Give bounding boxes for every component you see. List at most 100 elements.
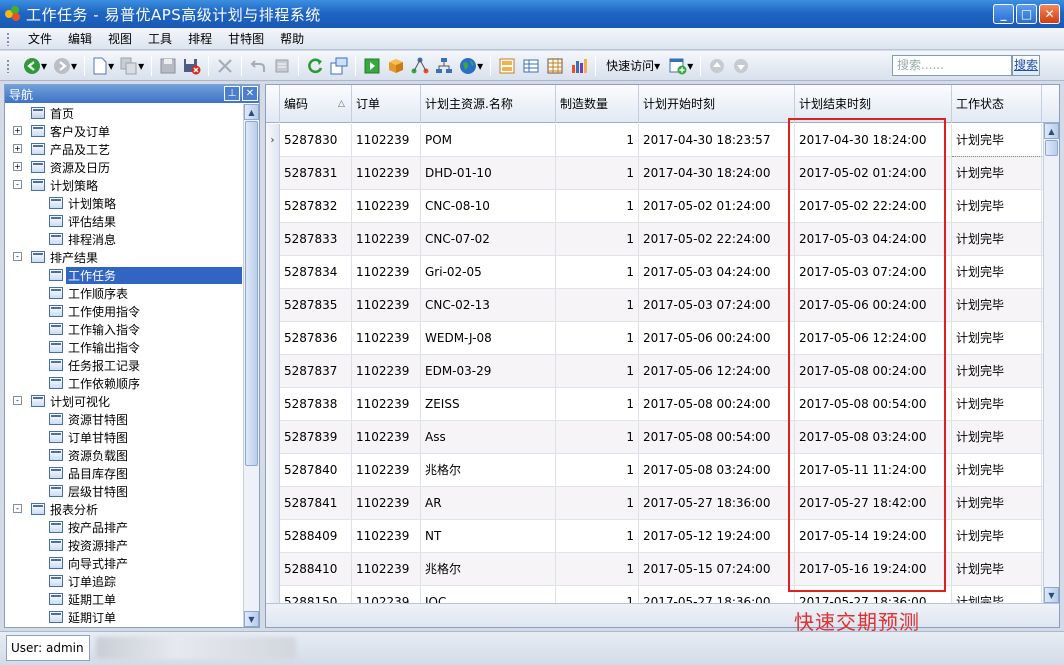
table-cell[interactable]: 计划完毕 [952, 157, 1042, 190]
table-cell[interactable]: 1102239 [352, 223, 421, 256]
table-cell[interactable]: 1102239 [352, 190, 421, 223]
scroll-up-icon[interactable]: ▲ [1044, 123, 1059, 139]
collapse-icon[interactable]: - [13, 396, 22, 405]
nav-item[interactable]: 工作依赖顺序 [5, 374, 243, 392]
nav-item[interactable]: 按产品排产 [5, 518, 243, 536]
table-cell[interactable]: 1102239 [352, 322, 421, 355]
delete-button[interactable] [215, 56, 235, 76]
table-cell[interactable]: 计划完毕 [952, 322, 1042, 355]
search-input[interactable]: 搜索...... [892, 55, 1012, 76]
table-cell[interactable]: 1 [556, 157, 639, 190]
scroll-thumb[interactable] [1045, 140, 1058, 156]
table-cell[interactable]: WEDM-J-08 [421, 322, 556, 355]
table-cell[interactable]: 5287831 [280, 157, 352, 190]
table-cell[interactable]: ZEISS [421, 388, 556, 421]
row-header[interactable] [266, 421, 280, 454]
save-button[interactable] [158, 56, 178, 76]
nav-item[interactable]: 工作输出指令 [5, 338, 243, 356]
nav-item[interactable]: 工作顺序表 [5, 284, 243, 302]
nav-item[interactable]: - 排产结果 [5, 248, 243, 266]
grid1-button[interactable] [497, 56, 517, 76]
collapse-icon[interactable]: - [13, 252, 22, 261]
copy-button[interactable]: ▾ [120, 57, 144, 75]
table-cell[interactable]: CNC-02-13 [421, 289, 556, 322]
table-cell[interactable]: 计划完毕 [952, 487, 1042, 520]
table-cell[interactable]: 1 [556, 355, 639, 388]
table-cell[interactable]: CNC-08-10 [421, 190, 556, 223]
table-cell[interactable]: 1 [556, 388, 639, 421]
expand-icon[interactable]: + [13, 162, 22, 171]
table-cell[interactable]: POM [421, 124, 556, 157]
scroll-thumb[interactable] [245, 121, 258, 466]
menu-help[interactable]: 帮助 [272, 30, 312, 47]
row-header[interactable] [266, 322, 280, 355]
table-cell[interactable]: 1102239 [352, 454, 421, 487]
collapse-icon[interactable]: - [13, 504, 22, 513]
table-cell[interactable]: 1102239 [352, 520, 421, 553]
chart-button[interactable] [569, 56, 589, 76]
search-button[interactable]: 搜索 [1012, 55, 1040, 76]
table-cell[interactable]: 2017-05-08 03:24:00 [639, 454, 795, 487]
row-header[interactable] [266, 388, 280, 421]
nav-item[interactable]: 工作任务 [5, 266, 243, 284]
row-header[interactable] [266, 355, 280, 388]
nav-item[interactable]: 首页 [5, 104, 243, 122]
down-button[interactable] [731, 56, 751, 76]
table-cell[interactable]: 5287841 [280, 487, 352, 520]
nav-item[interactable]: + 客户及订单 [5, 122, 243, 140]
table-cell[interactable]: 5287834 [280, 256, 352, 289]
add-button[interactable]: ▾ [669, 57, 693, 75]
table-cell[interactable]: 2017-05-06 12:24:00 [639, 355, 795, 388]
row-header[interactable] [266, 157, 280, 190]
table-cell[interactable]: 计划完毕 [952, 289, 1042, 322]
table-cell[interactable]: 1 [556, 421, 639, 454]
nav-item[interactable]: 资源甘特图 [5, 410, 243, 428]
table-cell[interactable]: 计划完毕 [952, 256, 1042, 289]
scroll-down-icon[interactable]: ▼ [1044, 587, 1059, 603]
table-cell[interactable]: 计划完毕 [952, 355, 1042, 388]
nav-item[interactable]: 订单追踪 [5, 572, 243, 590]
save-close-button[interactable] [182, 56, 202, 76]
close-icon[interactable]: ✕ [242, 86, 258, 101]
table-cell[interactable]: 1 [556, 124, 639, 157]
table-cell[interactable]: 2017-05-06 00:24:00 [639, 322, 795, 355]
table-cell[interactable]: 1 [556, 487, 639, 520]
nav-item[interactable]: 层级甘特图 [5, 482, 243, 500]
quick-access-menu[interactable]: 快速访问▾ [606, 57, 660, 74]
table-cell[interactable]: 1102239 [352, 388, 421, 421]
undo-button[interactable] [248, 56, 268, 76]
table-cell[interactable]: DHD-01-10 [421, 157, 556, 190]
table-cell[interactable]: 1 [556, 223, 639, 256]
column-header[interactable]: 制造数量 [556, 85, 639, 123]
refresh-button[interactable] [305, 56, 325, 76]
table-cell[interactable]: 兆格尔 [421, 454, 556, 487]
table-cell[interactable]: EDM-03-29 [421, 355, 556, 388]
table-cell[interactable]: 2017-05-08 00:54:00 [639, 421, 795, 454]
menu-file[interactable]: 文件 [20, 30, 60, 47]
table-cell[interactable]: 1 [556, 289, 639, 322]
run-button[interactable] [362, 56, 382, 76]
row-header[interactable] [266, 553, 280, 586]
table-cell[interactable]: 1102239 [352, 157, 421, 190]
row-header[interactable] [266, 454, 280, 487]
table-cell[interactable]: 5287838 [280, 388, 352, 421]
table-cell[interactable]: 1102239 [352, 421, 421, 454]
table-cell[interactable]: 1102239 [352, 553, 421, 586]
nav-item[interactable]: 延期工单 [5, 590, 243, 608]
table-cell[interactable]: 1 [556, 256, 639, 289]
table-cell[interactable]: 2017-05-03 07:24:00 [639, 289, 795, 322]
scroll-up-icon[interactable]: ▲ [244, 104, 259, 120]
redo-button[interactable] [272, 56, 292, 76]
table-cell[interactable]: 1 [556, 454, 639, 487]
column-header[interactable]: 编码 △ [280, 85, 352, 123]
nav-item[interactable]: 延期订单 [5, 608, 243, 626]
nav-item[interactable]: - 计划可视化 [5, 392, 243, 410]
close-button[interactable]: ✕ [1039, 4, 1060, 24]
flow-button[interactable] [410, 56, 430, 76]
table-cell[interactable]: 1 [556, 520, 639, 553]
column-header[interactable]: 计划主资源.名称 [421, 85, 556, 123]
table-cell[interactable]: NT [421, 520, 556, 553]
row-header[interactable] [266, 520, 280, 553]
column-header[interactable]: 工作状态 [952, 85, 1042, 123]
nav-item[interactable]: 资源负载图 [5, 446, 243, 464]
